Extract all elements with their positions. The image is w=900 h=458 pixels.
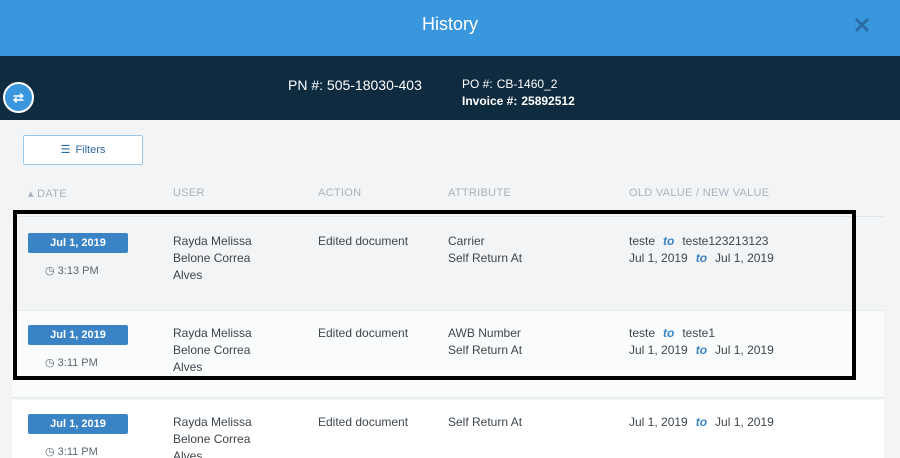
time-label: ◷ 3:13 PM xyxy=(45,265,99,277)
column-header-attribute: ATTRIBUTE xyxy=(448,187,511,199)
time-label: ◷ 3:11 PM xyxy=(45,357,98,369)
modal-header: History ✕ xyxy=(0,0,900,56)
modal-title: History xyxy=(421,14,478,34)
swap-icon[interactable]: ⇄ xyxy=(3,82,34,113)
clock-icon: ◷ xyxy=(45,446,58,458)
close-icon[interactable]: ✕ xyxy=(852,14,872,38)
filters-label: Filters xyxy=(75,144,106,156)
pn-info: PN #: 505-18030-403 xyxy=(288,77,422,93)
value-changes: teste to teste123213123 Jul 1, 2019 to Jul 1… xyxy=(629,234,774,265)
po-value: CB-1460_2 xyxy=(496,77,558,91)
attribute-list: Carrier Self Return At xyxy=(448,234,523,265)
user-name: Rayda Melissa Belone Correa Alves xyxy=(173,326,252,374)
clock-icon: ◷ xyxy=(45,357,58,369)
pn-value: 505-18030-403 xyxy=(326,77,422,93)
po-info: PO #: CB-1460_2 Invoice #: 25892512 xyxy=(462,76,575,110)
column-header-values: OLD VALUE / NEW VALUE xyxy=(629,187,770,199)
history-row: Jul 1, 2019 ◷ 3:11 PM Rayda Melissa Belon… xyxy=(12,310,884,398)
column-header-user: USER xyxy=(173,187,205,199)
attribute-list: AWB Number Self Return At xyxy=(448,326,523,357)
attribute-list: Self Return At xyxy=(448,415,523,429)
user-name: Rayda Melissa Belone Correa Alves xyxy=(173,234,252,282)
date-badge: Jul 1, 2019 xyxy=(28,325,128,345)
date-badge: Jul 1, 2019 xyxy=(28,414,128,434)
sliders-icon: ☰ xyxy=(60,144,71,156)
action-text: Edited document xyxy=(318,326,409,340)
value-changes: Jul 1, 2019 to Jul 1, 2019 xyxy=(629,415,774,429)
header-divider xyxy=(12,216,884,217)
history-row: Jul 1, 2019 ◷ 3:11 PM Rayda Melissa Belon… xyxy=(12,400,884,458)
column-header-date[interactable]: ▴ DATE xyxy=(28,187,67,200)
column-header-action: ACTION xyxy=(318,187,362,199)
user-name: Rayda Melissa Belone Correa Alves xyxy=(173,415,252,458)
clock-icon: ◷ xyxy=(45,265,58,277)
document-info-bar xyxy=(0,56,900,120)
date-badge: Jul 1, 2019 xyxy=(28,233,128,253)
pn-label: PN #: xyxy=(288,77,324,93)
invoice-label: Invoice #: xyxy=(462,94,518,108)
invoice-value: 25892512 xyxy=(521,94,575,108)
filters-button[interactable]: ☰ Filters xyxy=(23,135,143,165)
time-label: ◷ 3:11 PM xyxy=(45,446,98,458)
history-row: Jul 1, 2019 ◷ 3:13 PM Rayda Melissa Belon… xyxy=(12,219,884,307)
action-text: Edited document xyxy=(318,234,409,248)
action-text: Edited document xyxy=(318,415,409,429)
po-label: PO #: xyxy=(462,77,493,91)
value-changes: teste to teste1 Jul 1, 2019 to Jul 1, 2019 xyxy=(629,326,774,357)
